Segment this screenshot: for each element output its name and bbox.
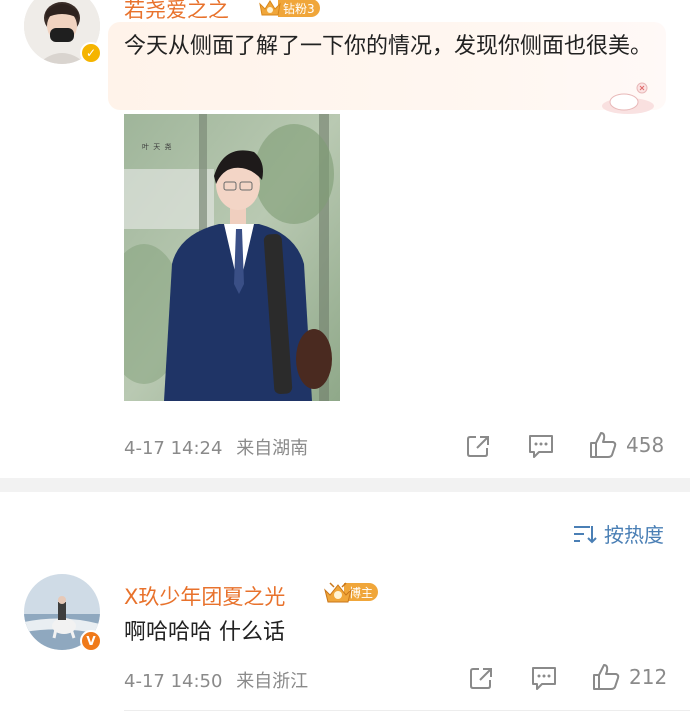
share-button[interactable] <box>468 665 494 691</box>
like-count: 458 <box>626 433 665 457</box>
username[interactable]: X玖少年团夏之光 <box>124 581 285 611</box>
bubble-decoration-icon <box>602 82 654 114</box>
comment-icon <box>532 667 556 690</box>
comment-button[interactable] <box>530 665 558 691</box>
section-divider <box>0 478 690 492</box>
time-text: 4-17 14:50 <box>124 671 223 692</box>
sort-label: 按热度 <box>604 523 664 547</box>
location-text: 来自浙江 <box>236 671 309 692</box>
fan-badge-label: 钻粉3 <box>278 0 320 17</box>
verified-icon: ✓ <box>80 42 102 64</box>
like-icon <box>590 432 617 458</box>
comment-button[interactable] <box>527 433 555 459</box>
crown-icon <box>324 582 352 603</box>
photo-image <box>124 114 340 401</box>
like-button[interactable]: 458 <box>588 430 664 460</box>
fan-badge[interactable]: 钻粉3 <box>258 0 320 18</box>
avatar[interactable]: ✓ <box>24 0 102 64</box>
location-text: 来自湖南 <box>236 438 309 459</box>
comment-time: 4-17 14:24 来自湖南 <box>124 434 308 460</box>
like-icon <box>593 664 620 690</box>
comment-text: 今天从侧面了解了一下你的情况，发现你侧面也很美。 <box>124 34 653 59</box>
comment-photo[interactable]: 叶 天 尧 <box>124 114 340 401</box>
comment-icon <box>529 435 553 458</box>
like-count: 212 <box>629 665 668 689</box>
comment-text: 啊哈哈哈 什么话 <box>124 620 285 645</box>
username[interactable]: 若尧爱之之 <box>124 0 229 24</box>
share-button[interactable] <box>465 433 491 459</box>
share-icon <box>467 436 489 457</box>
like-button[interactable]: 212 <box>591 662 667 692</box>
sort-icon <box>574 525 597 543</box>
bottom-divider <box>124 710 690 711</box>
crown-icon <box>258 0 282 18</box>
sort-button[interactable]: 按热度 <box>572 519 664 548</box>
time-text: 4-17 14:24 <box>124 438 223 459</box>
share-icon <box>470 668 492 689</box>
verified-icon: V <box>80 630 102 652</box>
avatar[interactable]: V <box>24 574 102 652</box>
photo-caption: 叶 天 尧 <box>142 143 173 151</box>
fan-badge[interactable]: 博主 <box>324 582 379 603</box>
comment-time: 4-17 14:50 来自浙江 <box>124 667 308 693</box>
